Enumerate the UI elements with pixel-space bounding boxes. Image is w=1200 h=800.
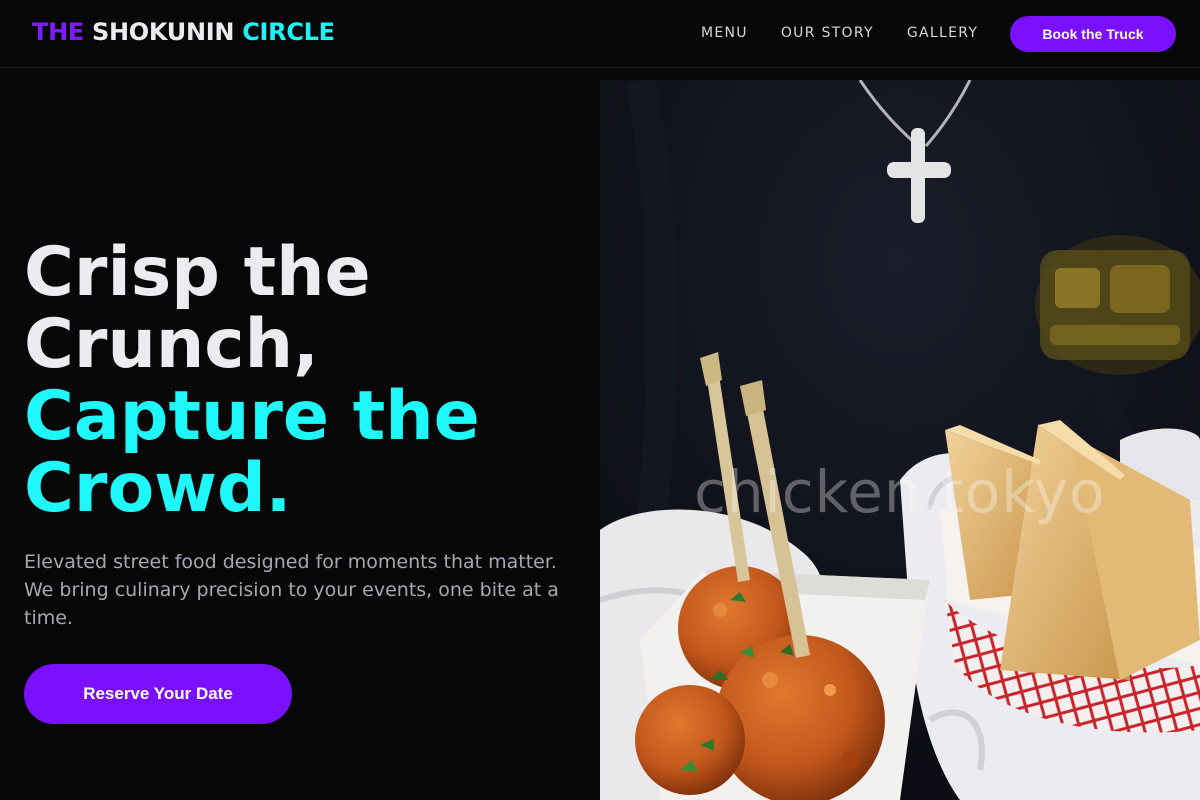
nav-link-our-story[interactable]: OUR STORY	[781, 25, 874, 41]
food-photo-illustration	[600, 80, 1200, 800]
brand-word-circle: CIRCLE	[242, 18, 335, 46]
headline-line-3: Capture the	[24, 377, 480, 456]
reserve-date-button[interactable]: Reserve Your Date	[24, 664, 292, 724]
brand-word-the: THE	[32, 18, 84, 46]
navbar: THE SHOKUNIN CIRCLE MENU OUR STORY GALLE…	[0, 0, 1200, 68]
headline-line-2: Crunch,	[24, 305, 319, 384]
headline-line-4: Crowd.	[24, 449, 292, 528]
nav-link-menu[interactable]: MENU	[701, 25, 748, 41]
image-watermark: chicken.tokyo	[694, 458, 1106, 526]
nav-links: MENU OUR STORY GALLERY	[701, 25, 978, 41]
shirt-logo-blur	[1035, 235, 1200, 375]
nav-link-gallery[interactable]: GALLERY	[907, 25, 978, 41]
headline-line-1: Crisp the	[24, 233, 371, 312]
brand-logo[interactable]: THE SHOKUNIN CIRCLE	[32, 18, 335, 46]
hero-food-image: chicken.tokyo	[600, 80, 1200, 800]
book-truck-button[interactable]: Book the Truck	[1010, 16, 1176, 52]
brand-word-shokunin: SHOKUNIN	[92, 18, 235, 46]
hero-subtext: Elevated street food designed for moment…	[24, 551, 559, 629]
hero-headline: Crisp the Crunch, Capture the Crowd.	[24, 237, 480, 525]
